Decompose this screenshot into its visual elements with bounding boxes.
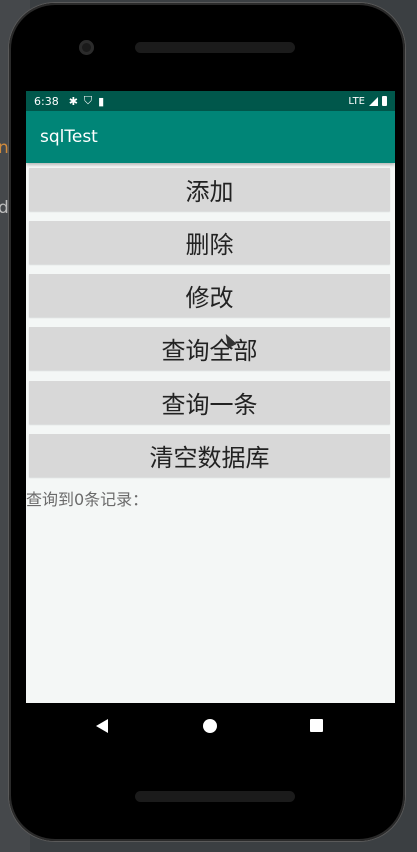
network-type: LTE [348, 95, 365, 107]
top-speaker [135, 42, 295, 53]
delete-button[interactable]: 删除 [29, 221, 390, 264]
gear-icon: ✱ [68, 94, 78, 108]
app-bar: sqlTest [26, 111, 395, 163]
status-time: 6:38 [34, 94, 59, 108]
app-title: sqlTest [40, 127, 98, 147]
add-button[interactable]: 添加 [29, 168, 390, 211]
front-camera [79, 40, 94, 55]
background-glyph: d [0, 198, 9, 218]
battery-icon [382, 96, 387, 106]
shield-icon: ⛉ [83, 94, 93, 107]
query-result-text: 查询到0条记录： [26, 490, 149, 509]
home-icon[interactable] [203, 719, 217, 733]
recent-apps-icon[interactable] [310, 719, 323, 732]
bottom-speaker [135, 791, 295, 802]
background-glyph: n [0, 138, 9, 158]
signal-icon [369, 96, 378, 106]
device-screen: 6:38 ✱ ⛉ ▮ LTE sqlTest 添加 删除 修改 查询全部 查询一… [26, 91, 395, 703]
back-icon[interactable] [96, 719, 108, 733]
query-one-button[interactable]: 查询一条 [29, 381, 390, 424]
navigation-bar [26, 703, 395, 749]
query-all-button[interactable]: 查询全部 [29, 327, 390, 370]
clear-database-button[interactable]: 清空数据库 [29, 434, 390, 477]
status-bar: 6:38 ✱ ⛉ ▮ LTE [26, 91, 395, 111]
sim-card-icon: ▮ [98, 94, 105, 108]
modify-button[interactable]: 修改 [29, 274, 390, 317]
